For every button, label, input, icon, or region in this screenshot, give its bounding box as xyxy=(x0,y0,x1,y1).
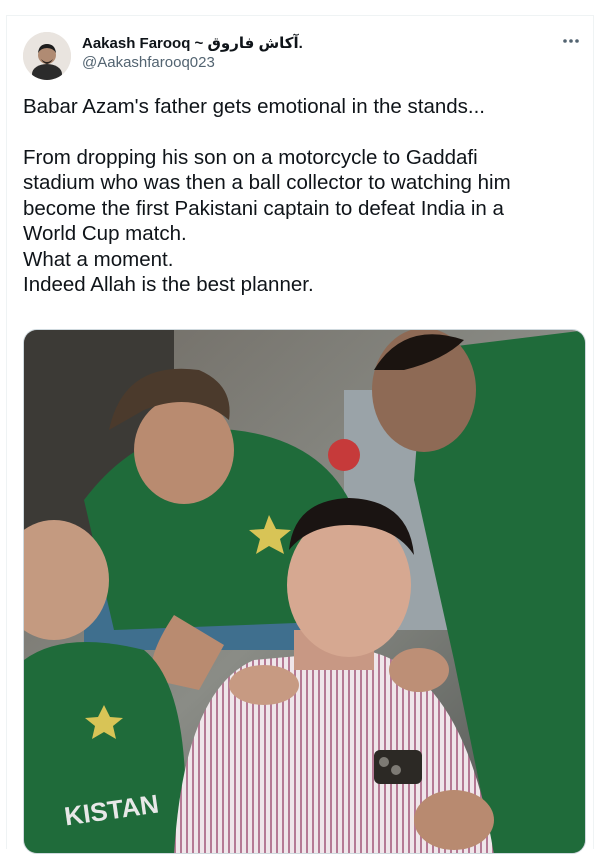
tweet-line: From dropping his son on a motorcycle to… xyxy=(23,145,478,169)
author-handle[interactable]: @Aakashfarooq023 xyxy=(82,54,215,71)
tweet-card[interactable]: Aakash Farooq ~ آکاش فاروق. @Aakashfaroo… xyxy=(6,15,594,854)
tweet-line: stadium who was then a ball collector to… xyxy=(23,171,511,194)
tweet-text: Babar Azam's father gets emotional in th… xyxy=(23,94,583,298)
tweet-media-video[interactable]: KISTAN xyxy=(23,329,586,854)
more-horizontal-icon xyxy=(563,39,579,43)
media-photo: KISTAN xyxy=(24,330,585,853)
tweet-line: Babar Azam's father gets emotional in th… xyxy=(23,95,486,118)
tweet-line: World Cup match. xyxy=(23,222,187,245)
tweet-line-break xyxy=(23,120,583,145)
avatar-image xyxy=(23,32,71,80)
tweet-line: What a moment. xyxy=(23,247,174,271)
more-button[interactable] xyxy=(559,32,583,50)
avatar[interactable] xyxy=(23,32,71,80)
author-display-name[interactable]: Aakash Farooq ~ آکاش فاروق. xyxy=(82,34,303,52)
tweet-line: become the first Pakistani captain to de… xyxy=(23,196,504,220)
tweet-line: Indeed Allah is the best planner. xyxy=(23,273,314,296)
